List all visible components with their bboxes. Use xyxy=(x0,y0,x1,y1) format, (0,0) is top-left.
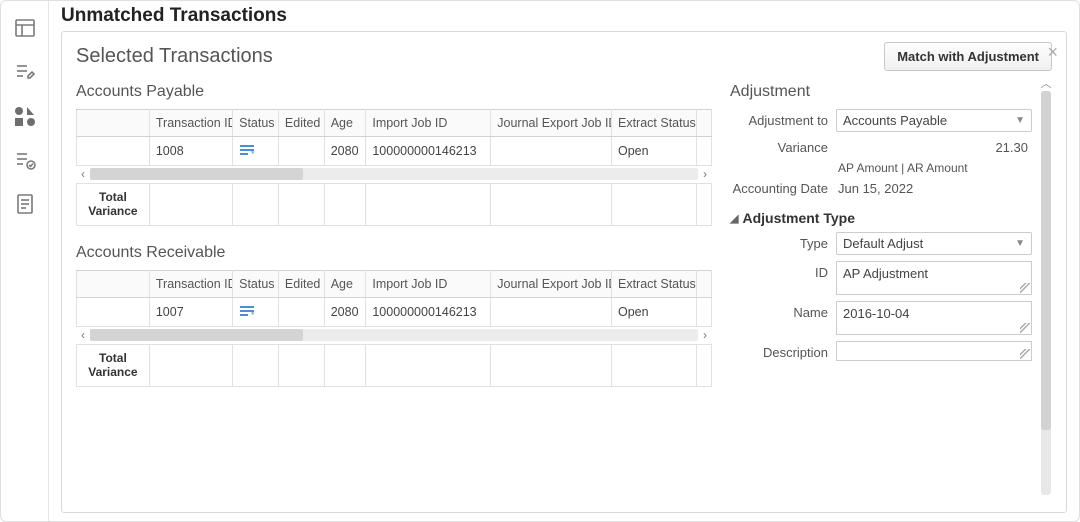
table-header-row: Transaction ID Status Edited Age Import … xyxy=(77,270,712,297)
ar-table: Transaction ID Status Edited Age Import … xyxy=(76,270,712,327)
col-age[interactable]: Age xyxy=(324,270,366,297)
adjustment-to-label: Adjustment to xyxy=(730,113,828,128)
cell-age: 2080 xyxy=(324,297,366,326)
ap-table: Transaction ID Status Edited Age Import … xyxy=(76,109,712,166)
transactions-column: Accounts Payable Transaction ID Status E… xyxy=(62,77,726,512)
collapse-icon: ◢ xyxy=(730,212,738,225)
col-extract-status[interactable]: Extract Status xyxy=(612,110,697,137)
chevron-up-icon[interactable]: ︿ xyxy=(1041,77,1052,91)
id-input[interactable]: AP Adjustment xyxy=(836,261,1032,295)
ap-horizontal-scrollbar[interactable]: ‹ › xyxy=(76,165,712,183)
name-label: Name xyxy=(730,301,828,320)
chevron-left-icon[interactable]: ‹ xyxy=(76,328,90,342)
cell-import-job: 100000000146213 xyxy=(366,297,491,326)
nav-icon-check-list[interactable] xyxy=(12,147,38,173)
variance-label: Variance xyxy=(730,140,828,155)
chevron-right-icon[interactable]: › xyxy=(698,328,712,342)
ar-horizontal-scrollbar[interactable]: ‹ › xyxy=(76,326,712,344)
col-transaction-id[interactable]: Transaction ID xyxy=(149,270,232,297)
type-value: Default Adjust xyxy=(843,236,923,251)
match-with-adjustment-button[interactable]: Match with Adjustment xyxy=(884,42,1052,71)
chevron-down-icon: ▼ xyxy=(1015,238,1025,249)
table-header-row: Transaction ID Status Edited Age Import … xyxy=(77,110,712,137)
ar-footer-table: Total Variance xyxy=(76,344,712,387)
adjustment-title: Adjustment xyxy=(730,83,1032,101)
col-status[interactable]: Status xyxy=(233,110,279,137)
total-variance-label: Total Variance xyxy=(83,190,143,219)
status-icon: * xyxy=(233,297,279,326)
adjustment-column: Adjustment Adjustment to Accounts Payabl… xyxy=(726,77,1066,512)
cell-transaction-id: 1007 xyxy=(149,297,232,326)
chevron-down-icon: ▼ xyxy=(1015,115,1025,126)
svg-text:*: * xyxy=(251,149,255,159)
col-age[interactable]: Age xyxy=(324,110,366,137)
table-row[interactable]: 1007 * 2080 100000000146213 xyxy=(77,297,712,326)
chevron-right-icon[interactable]: › xyxy=(698,167,712,181)
type-select[interactable]: Default Adjust ▼ xyxy=(836,232,1032,255)
cell-age: 2080 xyxy=(324,137,366,166)
status-icon: * xyxy=(233,137,279,166)
page-title: Unmatched Transactions xyxy=(49,1,1079,29)
col-transaction-id[interactable]: Transaction ID xyxy=(149,110,232,137)
id-label: ID xyxy=(730,261,828,280)
icon-sidebar xyxy=(1,1,49,521)
col-import-job-id[interactable]: Import Job ID xyxy=(366,270,491,297)
variance-value: 21.30 xyxy=(836,138,1032,157)
name-input[interactable]: 2016-10-04 xyxy=(836,301,1032,335)
col-extract-status[interactable]: Extract Status xyxy=(612,270,697,297)
nav-icon-dashboard[interactable] xyxy=(12,15,38,41)
adjustment-to-select[interactable]: Accounts Payable ▼ xyxy=(836,109,1032,132)
panel-title: Selected Transactions xyxy=(76,45,273,68)
table-row[interactable]: 1008 * 2080 100000000146213 xyxy=(77,137,712,166)
adjustment-to-value: Accounts Payable xyxy=(843,113,947,128)
panel: × Selected Transactions Match with Adjus… xyxy=(61,31,1067,513)
adjustment-type-title: Adjustment Type xyxy=(742,210,855,226)
col-import-job-id[interactable]: Import Job ID xyxy=(366,110,491,137)
variance-note: AP Amount | AR Amount xyxy=(838,161,1032,175)
chevron-left-icon[interactable]: ‹ xyxy=(76,167,90,181)
ar-total-row: Total Variance xyxy=(77,344,712,386)
nav-icon-shapes[interactable] xyxy=(12,103,38,129)
col-edited[interactable]: Edited xyxy=(278,110,324,137)
col-status[interactable]: Status xyxy=(233,270,279,297)
ap-total-row: Total Variance xyxy=(77,184,712,226)
description-input[interactable] xyxy=(836,341,1032,361)
cell-import-job: 100000000146213 xyxy=(366,137,491,166)
col-blank xyxy=(77,110,150,137)
cell-transaction-id: 1008 xyxy=(149,137,232,166)
ap-section-title: Accounts Payable xyxy=(76,83,712,101)
adjustment-type-header[interactable]: ◢ Adjustment Type xyxy=(730,210,1032,226)
ar-section-title: Accounts Receivable xyxy=(76,244,712,262)
nav-icon-document[interactable] xyxy=(12,191,38,217)
cell-extract-status: Open xyxy=(612,297,697,326)
close-icon[interactable]: × xyxy=(1041,42,1064,63)
cell-extract-status: Open xyxy=(612,137,697,166)
accounting-date-label: Accounting Date xyxy=(730,181,828,196)
ap-footer-table: Total Variance xyxy=(76,183,712,226)
svg-text:*: * xyxy=(251,310,255,320)
col-journal-export-job-id[interactable]: Journal Export Job ID xyxy=(491,270,612,297)
total-variance-label: Total Variance xyxy=(83,351,143,380)
description-label: Description xyxy=(730,341,828,360)
type-label: Type xyxy=(730,236,828,251)
col-edited[interactable]: Edited xyxy=(278,270,324,297)
adjustment-vertical-scrollbar[interactable]: ︿ xyxy=(1040,77,1052,495)
nav-icon-edit-list[interactable] xyxy=(12,59,38,85)
col-journal-export-job-id[interactable]: Journal Export Job ID xyxy=(491,110,612,137)
accounting-date-value: Jun 15, 2022 xyxy=(836,181,1032,196)
col-more xyxy=(697,110,712,137)
